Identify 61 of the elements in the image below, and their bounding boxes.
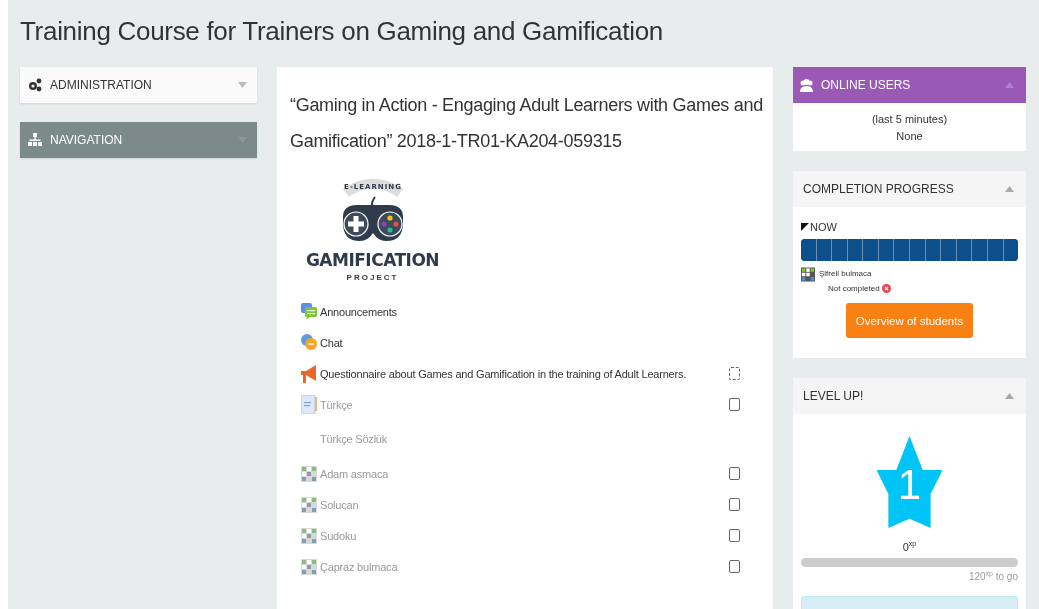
- now-label: NOW: [810, 221, 837, 233]
- users-icon: [799, 78, 814, 92]
- block-title: COMPLETION PROGRESS: [803, 182, 955, 196]
- chat-icon: [301, 334, 317, 351]
- completion-checkbox[interactable]: [729, 398, 740, 411]
- progress-segment[interactable]: [894, 239, 911, 261]
- completion-checkbox[interactable]: [729, 498, 740, 511]
- completion-checkbox[interactable]: [729, 529, 740, 542]
- caret-icon[interactable]: [1005, 186, 1014, 192]
- completion-checkbox[interactable]: [729, 467, 740, 480]
- caret-icon[interactable]: [238, 82, 247, 88]
- megaphone-icon: [301, 363, 317, 384]
- block-title: ADMINISTRATION: [50, 78, 153, 92]
- forum-icon: [301, 303, 317, 320]
- glossary-icon: [301, 395, 317, 414]
- activity-link[interactable]: Solucan: [320, 498, 726, 511]
- xp-to-go-text: 120$^{xp}$ to go: [967, 569, 1018, 582]
- block-header[interactable]: COMPLETION PROGRESS: [793, 171, 1026, 207]
- period-text: (last 5 minutes): [870, 112, 949, 127]
- course-heading: “Gaming in Action - Engaging Adult Learners with Games and Gamification” 2018-1-TR01-KA204-059315: [290, 94, 763, 153]
- gears-icon: [28, 78, 42, 92]
- block-header[interactable]: ONLINE USERS: [793, 67, 1026, 103]
- activity-link[interactable]: Adam asmaca: [320, 467, 726, 480]
- block-header[interactable]: NAVIGATION: [20, 122, 257, 158]
- progress-segment[interactable]: [910, 239, 926, 261]
- game-grid-icon: [301, 465, 317, 482]
- activity-link[interactable]: Sudoku: [320, 529, 726, 542]
- status-text: Not completed: [828, 284, 880, 293]
- game-grid-icon: [301, 496, 317, 513]
- activity-link[interactable]: Announcements: [320, 305, 763, 318]
- block-title: NAVIGATION: [50, 133, 124, 147]
- activity-link[interactable]: Chat: [320, 336, 763, 349]
- overview-button[interactable]: Overview of students: [845, 303, 974, 338]
- level-star-badge: 1: [876, 436, 943, 528]
- sitemap-icon: [28, 133, 42, 147]
- logo-subtitle: PROJECT: [346, 273, 399, 282]
- completion-checkbox[interactable]: [729, 560, 740, 573]
- block-title: ONLINE USERS: [821, 78, 912, 92]
- game-grid-icon: [301, 527, 317, 544]
- xp-text: 0$^{xp}$: [901, 540, 918, 553]
- block-title: LEVEL UP!: [803, 389, 865, 403]
- progress-segment[interactable]: [801, 239, 817, 261]
- block-header[interactable]: ADMINISTRATION: [20, 67, 257, 103]
- block-header[interactable]: LEVEL UP!: [793, 378, 1026, 414]
- caret-icon[interactable]: [1005, 393, 1014, 399]
- logo-title: GAMIFICATION: [305, 250, 440, 270]
- progress-segment[interactable]: [941, 239, 957, 261]
- progress-segment[interactable]: [863, 239, 879, 261]
- marker-icon: [801, 223, 809, 231]
- activity-link[interactable]: Çapraz bulmaca: [320, 560, 726, 573]
- game-grid-icon: [301, 558, 317, 575]
- users-list-text: None: [895, 129, 924, 144]
- game-grid-icon: [801, 267, 815, 282]
- progress-segment[interactable]: [832, 239, 848, 261]
- activity-name: Şifreli bulmaca: [819, 269, 873, 278]
- activity-link[interactable]: Questionnaire about Games and Gamification in the training of Adult Learners.: [320, 367, 726, 380]
- activity-link[interactable]: Türkçe: [320, 398, 726, 411]
- caret-icon[interactable]: [1005, 82, 1014, 88]
- page-title: Training Course for Trainers on Gaming and Gamification: [19, 15, 664, 48]
- section-label: Türkçe Sözlük: [320, 433, 389, 445]
- progress-segment[interactable]: [972, 239, 988, 261]
